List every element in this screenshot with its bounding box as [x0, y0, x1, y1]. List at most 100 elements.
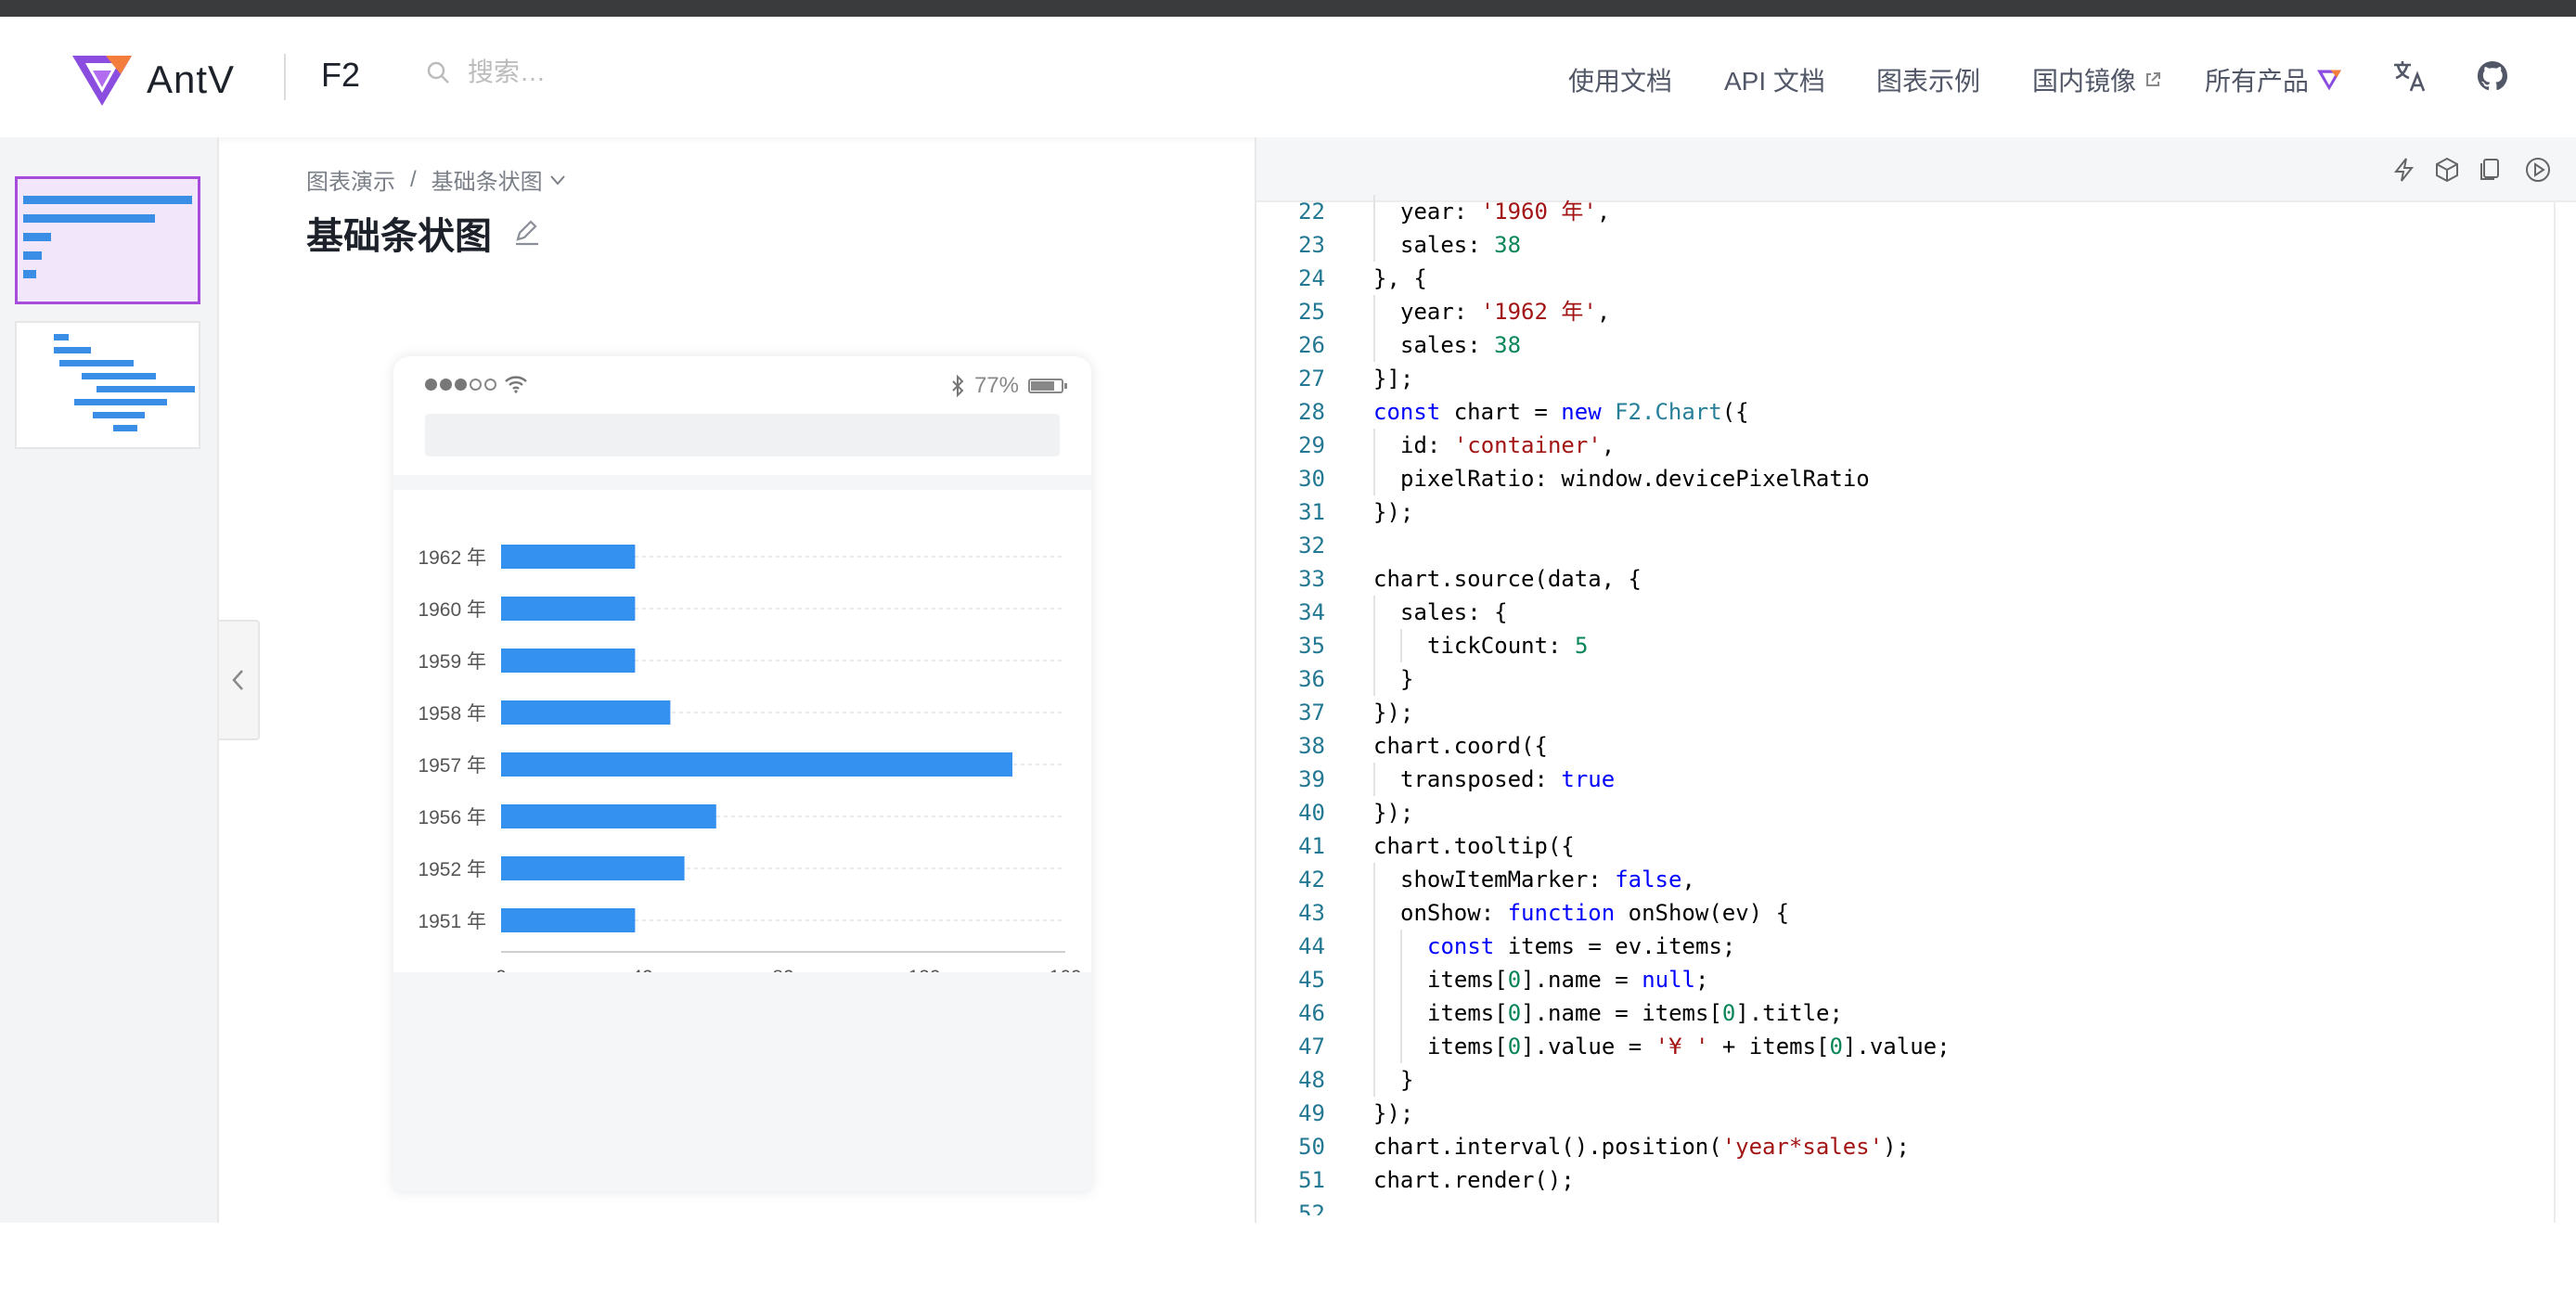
code-line: 28 const chart = new F2.Chart({ [1256, 395, 2556, 429]
y-tick-label: 1952 年 [418, 859, 486, 880]
y-tick-label: 1956 年 [418, 807, 486, 828]
code-text: sales: { [1400, 599, 1508, 625]
code-line: 33 chart.source(data, { [1256, 562, 2556, 596]
code-text: chart.interval().position('year*sales'); [1373, 1134, 1910, 1160]
thumb-bar [97, 386, 195, 392]
code-text: } [1400, 666, 1414, 692]
code-text: }); [1373, 499, 1414, 525]
battery-icon [1028, 379, 1067, 393]
search-icon [427, 61, 449, 83]
code-text: year: '1962 年', [1400, 299, 1611, 325]
collapse-sidebar-button[interactable] [219, 620, 260, 740]
y-tick-label: 1951 年 [418, 911, 486, 932]
line-number: 30 [1298, 466, 1325, 492]
antv-logo[interactable]: AntV [71, 50, 235, 109]
chevron-left-icon [232, 670, 243, 690]
code-line: 40}); [1256, 796, 2556, 829]
code-line: 27}]; [1256, 362, 2556, 395]
indent-guide [1400, 996, 1402, 1030]
code-text: id: 'container', [1400, 432, 1616, 458]
line-number: 46 [1298, 1000, 1325, 1026]
nav-examples[interactable]: 图表示例 [1876, 61, 1980, 98]
copy-icon[interactable] [2476, 156, 2504, 184]
code-text: items[0].name = null; [1427, 967, 1709, 993]
edit-icon[interactable] [512, 217, 542, 247]
breadcrumb-root[interactable]: 图表演示 [306, 163, 395, 196]
line-number: 45 [1298, 967, 1325, 993]
code-line: 49}); [1256, 1097, 2556, 1130]
line-number: 36 [1298, 666, 1325, 692]
code-line: 50 chart.interval().position('year*sales'… [1256, 1130, 2556, 1163]
line-number: 38 [1298, 733, 1325, 759]
code-text: sales: 38 [1400, 232, 1522, 258]
indent-guide [1373, 763, 1375, 796]
thumb-bar [23, 251, 42, 260]
battery-fill [1031, 381, 1054, 391]
github-icon[interactable] [2474, 58, 2511, 95]
nav-docs[interactable]: 使用文档 [1568, 61, 1672, 98]
thumb-bar [23, 214, 155, 223]
indent-guide [1373, 963, 1375, 996]
bar [501, 597, 636, 621]
breadcrumb: 图表演示 / 基础条状图 [306, 163, 567, 196]
indent-guide [1373, 1030, 1375, 1063]
line-number: 39 [1298, 766, 1325, 792]
page-footer-space [0, 1223, 2576, 1297]
line-number: 50 [1298, 1134, 1325, 1160]
editor-scrollbar[interactable] [2554, 202, 2556, 1223]
code-line: 52 [1256, 1197, 2556, 1215]
code-text: chart.tooltip({ [1373, 833, 1575, 859]
search-box[interactable] [425, 58, 746, 87]
indent-guide [1373, 863, 1375, 896]
header-divider [284, 54, 286, 100]
nav-api[interactable]: API 文档 [1724, 61, 1825, 98]
code-text: const items = ev.items; [1427, 933, 1736, 959]
code-line: 38 chart.coord({ [1256, 729, 2556, 763]
thumb-bar [54, 334, 69, 340]
lightning-icon[interactable] [2390, 156, 2418, 184]
line-number: 35 [1298, 633, 1325, 659]
code-text: } [1400, 1067, 1414, 1093]
play-icon[interactable] [2524, 156, 2552, 184]
phone-status-area: 77% [393, 356, 1091, 475]
line-number: 32 [1298, 533, 1325, 559]
code-line: 23 sales: 38 [1256, 228, 2556, 262]
code-text: }, { [1373, 265, 1427, 291]
code-text: }); [1373, 800, 1414, 826]
breadcrumb-current[interactable]: 基础条状图 [431, 163, 543, 196]
product-name[interactable]: F2 [321, 56, 360, 95]
thumbnail-basic-bar[interactable] [15, 176, 200, 304]
indent-guide [1400, 930, 1402, 963]
nav-products[interactable]: 所有产品 [2205, 61, 2342, 98]
line-number: 44 [1298, 933, 1325, 959]
breadcrumb-separator: / [410, 166, 417, 192]
indent-guide [1373, 429, 1375, 462]
y-tick-label: 1957 年 [418, 755, 486, 777]
indent-guide [1400, 963, 1402, 996]
search-input[interactable] [468, 58, 746, 87]
thumb-bar [113, 425, 137, 431]
translate-icon[interactable] [2390, 58, 2428, 95]
thumb-bar [23, 270, 36, 278]
x-tick-label: 80 [772, 967, 793, 972]
nav-mirror[interactable]: 国内镜像 [2032, 61, 2162, 98]
code-text: year: '1960 年', [1400, 199, 1611, 225]
line-number: 23 [1298, 232, 1325, 258]
code-line: 39 transposed: true [1256, 763, 2556, 796]
code-editor: 22 year: '1960 年', 23 sales: 38 24}, {25 year… [1255, 137, 2576, 1223]
codesandbox-icon[interactable] [2433, 156, 2461, 184]
code-text: pixelRatio: window.devicePixelRatio [1400, 466, 1870, 492]
thumb-bar [93, 412, 145, 418]
signal-indicator [425, 375, 528, 393]
example-thumbnails [0, 137, 219, 1223]
indent-guide [1373, 462, 1375, 495]
indent-guide [1373, 228, 1375, 262]
code-line: 25 year: '1962 年', [1256, 295, 2556, 328]
code-line: 46 items[0].name = items[0].title; [1256, 996, 2556, 1030]
thumbnail-range-bar[interactable] [15, 321, 200, 449]
bar-chart: 1962 年 1960 年 1959 年 1958 年 1957 年 1956 年 1952… [418, 545, 1082, 988]
code-area[interactable]: 22 year: '1960 年', 23 sales: 38 24}, {25 year… [1256, 195, 2556, 1215]
code-line: 31}); [1256, 495, 2556, 529]
chevron-down-icon[interactable] [548, 171, 567, 189]
line-number: 43 [1298, 900, 1325, 926]
